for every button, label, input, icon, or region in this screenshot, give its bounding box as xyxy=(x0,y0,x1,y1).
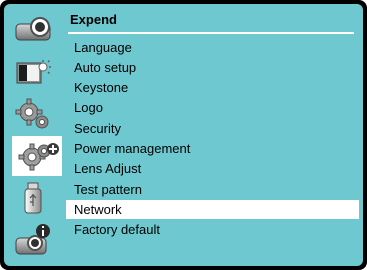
usb-memory-icon xyxy=(24,182,42,214)
sidebar xyxy=(4,4,66,266)
display-setting-icon xyxy=(16,59,51,84)
menu-item-security[interactable]: Security xyxy=(66,119,359,138)
menu-item-logo[interactable]: Logo xyxy=(66,98,359,117)
menu-item-test-pattern[interactable]: Test pattern xyxy=(66,180,359,199)
page-title: Expend xyxy=(70,12,117,27)
menu-item-network[interactable]: Network xyxy=(66,200,359,219)
menu-item-factory-default[interactable]: Factory default xyxy=(66,220,359,239)
projector-input-icon xyxy=(15,17,51,41)
menu-item-language[interactable]: Language xyxy=(66,38,359,57)
sidebar-item-information[interactable] xyxy=(4,220,62,260)
menu-item-lens-adjust[interactable]: Lens Adjust xyxy=(66,159,359,178)
projector-info-icon xyxy=(15,224,50,255)
title-divider xyxy=(68,32,354,34)
menu-item-keystone[interactable]: Keystone xyxy=(66,78,359,97)
expand-gear-plus-icon xyxy=(18,143,59,171)
gear-setting-icon xyxy=(15,98,49,129)
sidebar-item-setting[interactable] xyxy=(4,94,62,134)
menu-item-power-management[interactable]: Power management xyxy=(66,139,359,158)
sidebar-item-memory[interactable] xyxy=(4,178,62,218)
menu-item-auto-setup[interactable]: Auto setup xyxy=(66,58,359,77)
sidebar-item-expand[interactable] xyxy=(12,136,66,176)
osd-menu-frame: Expend Language Auto setup Keystone Logo… xyxy=(0,0,367,270)
sidebar-item-input[interactable] xyxy=(4,10,62,50)
sidebar-item-display[interactable] xyxy=(4,52,62,92)
expend-menu-panel: Expend Language Auto setup Keystone Logo… xyxy=(62,4,363,266)
